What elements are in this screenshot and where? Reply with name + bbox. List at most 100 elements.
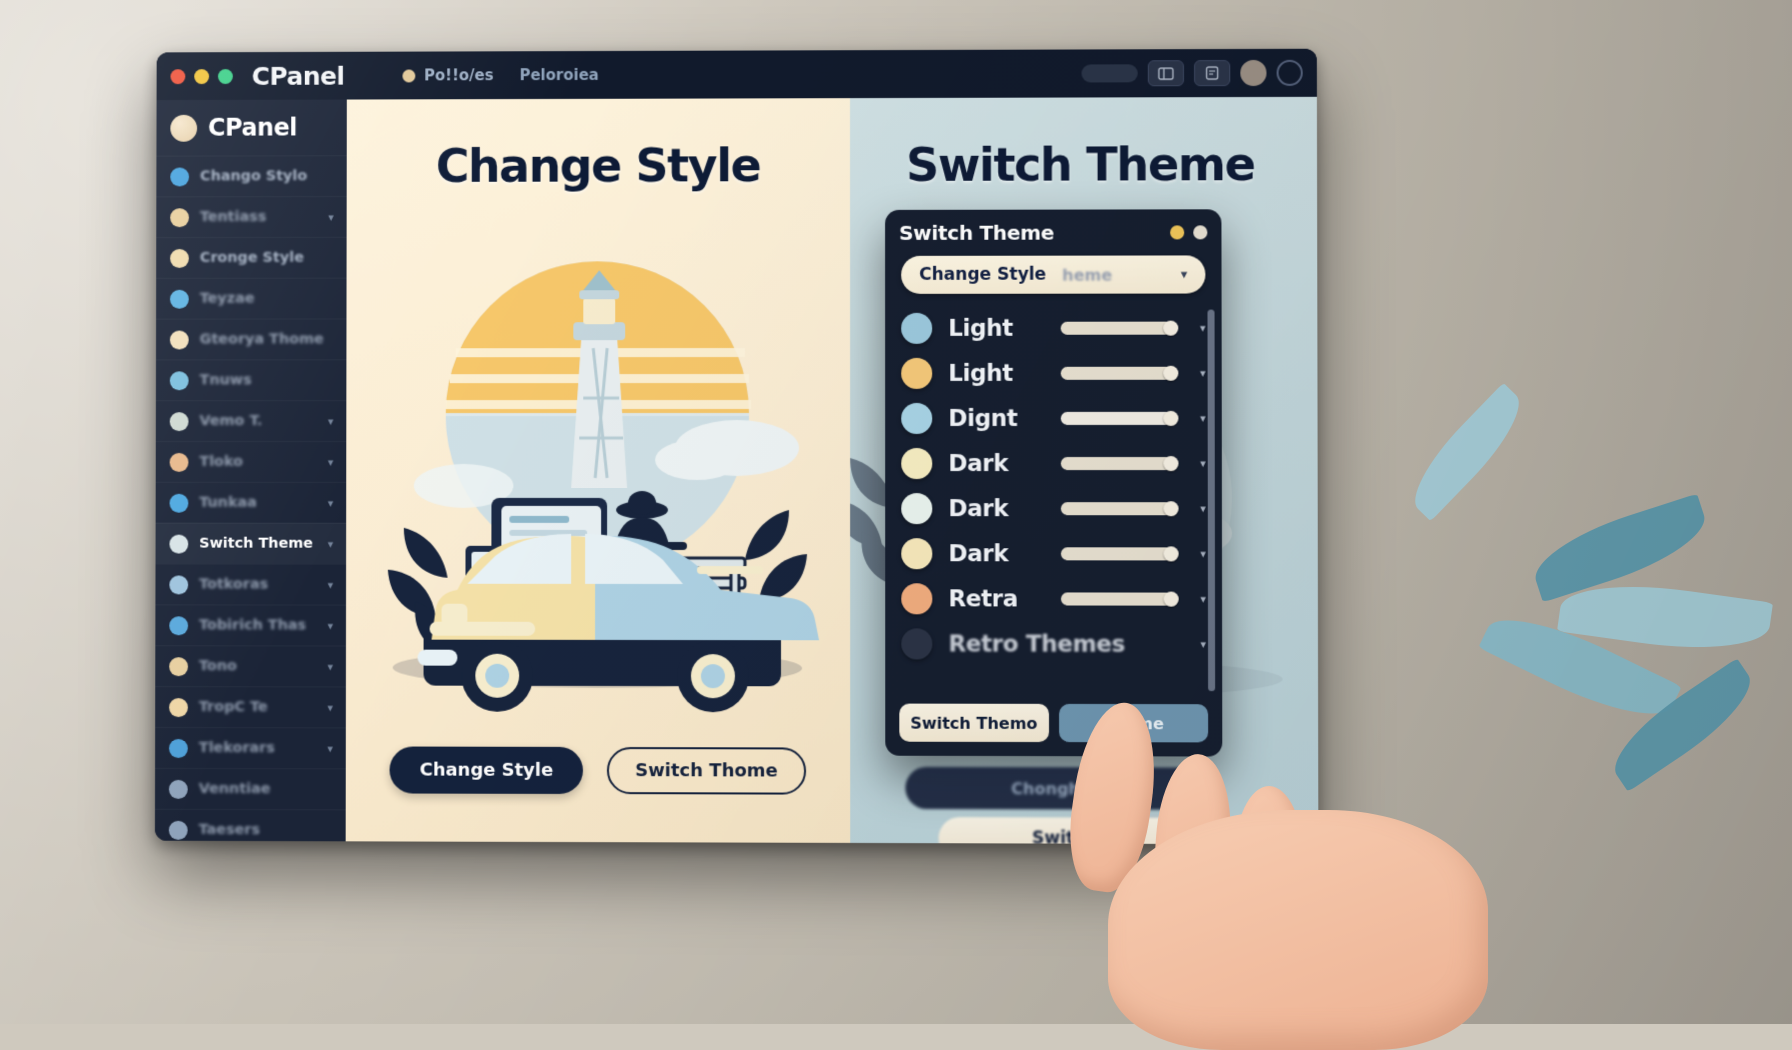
theme-row-3[interactable]: Dark▾ [885, 441, 1222, 486]
sidebar-item-3[interactable]: Teyzae [156, 278, 346, 319]
sidebar[interactable]: CPanel Chango Stylo Tentiass▾Cronge Style… [155, 100, 347, 842]
theme-slider[interactable] [1061, 592, 1178, 605]
sidebar-item-2[interactable]: Cronge Style [156, 237, 346, 278]
chevron-down-icon: ▾ [1181, 267, 1188, 282]
theme-name: Retro Themes [948, 631, 1125, 657]
sidebar-item-15[interactable]: Venntiae [155, 768, 346, 809]
sidebar-item-label: Chango Stylo [200, 168, 307, 184]
theme-slider[interactable] [1061, 412, 1178, 425]
style-select[interactable]: Change Style heme ▾ [901, 255, 1205, 293]
plant-leaf [1478, 599, 1681, 735]
sidebar-brand-label: CPanel [208, 114, 297, 142]
dialog-dot-light[interactable] [1193, 225, 1207, 239]
minimize-button[interactable] [194, 69, 209, 84]
chevron-right-icon: ▾ [327, 742, 333, 755]
theme-row-5[interactable]: Dark▾ [885, 531, 1222, 576]
sidebar-item-4[interactable]: Gteorya Thome [156, 318, 346, 359]
sidebar-item-5[interactable]: Tnuws [156, 359, 347, 400]
switch-theme-dialog[interactable]: Switch Theme Change Style heme ▾ Light▾L… [885, 209, 1222, 756]
sidebar-item-13[interactable]: TropC Te ▾ [155, 686, 346, 727]
sidebar-item-0[interactable]: Chango Stylo [156, 155, 346, 196]
sidebar-item-11[interactable]: Tobirich Thas▾ [155, 604, 346, 645]
sidebar-item-12[interactable]: Tono▾ [155, 645, 346, 686]
theme-name: Retra [948, 586, 1044, 612]
window-toolbar [1081, 49, 1302, 98]
theme-name: Light [948, 360, 1044, 386]
menu-item-1[interactable]: Peloroiea [519, 66, 598, 84]
theme-row-2[interactable]: Dignt▾ [885, 396, 1222, 441]
chevron-right-icon: ▾ [327, 701, 333, 714]
sidebar-item-10[interactable]: Totkoras▾ [155, 563, 346, 604]
sidebar-brand: CPanel [156, 100, 346, 156]
chevron-down-icon[interactable]: ▾ [1200, 367, 1206, 380]
chevron-down-icon[interactable]: ▾ [1200, 547, 1206, 560]
chevron-down-icon[interactable]: ▾ [1200, 412, 1206, 425]
menu-item-0[interactable]: Po!!o/es [402, 66, 493, 84]
slider-thumb[interactable] [1164, 546, 1179, 561]
theme-swatch-icon [901, 358, 932, 389]
panel-icon[interactable] [1148, 60, 1184, 86]
slider-thumb[interactable] [1164, 321, 1179, 336]
chevron-right-icon: ▾ [328, 578, 334, 591]
theme-slider[interactable] [1061, 547, 1178, 560]
sidebar-item-label: TropC Te [199, 699, 268, 715]
sidebar-item-14[interactable]: Tlekorars▾ [155, 727, 346, 768]
theme-row-7[interactable]: Retro Themes ▾ [885, 621, 1222, 667]
theme-slider[interactable] [1061, 502, 1178, 515]
theme-row-4[interactable]: Dark▾ [885, 486, 1222, 531]
chevron-down-icon[interactable]: ▾ [1200, 593, 1206, 606]
camera-icon[interactable] [1240, 60, 1266, 86]
profile-circle-icon[interactable] [1277, 60, 1303, 86]
chevron-right-icon: ▾ [328, 619, 334, 632]
theme-row-6[interactable]: Retra ▾ [885, 576, 1222, 622]
chevron-down-icon[interactable]: ▾ [1200, 322, 1206, 335]
theme-list[interactable]: Light▾Light▾Dignt▾Dark▾Dark▾Dark▾Retra▾R… [885, 306, 1222, 702]
sidebar-item-icon [170, 167, 189, 186]
theme-list-scrollbar[interactable] [1207, 310, 1215, 692]
change-style-button[interactable]: Change Style [390, 746, 584, 794]
slider-thumb[interactable] [1164, 501, 1179, 516]
window-menu: Po!!o/es Peloroiea [402, 66, 599, 85]
sidebar-item-label: Gteorya Thome [200, 331, 324, 347]
theme-slider[interactable] [1061, 322, 1178, 335]
slider-thumb[interactable] [1164, 456, 1179, 471]
sidebar-item-7[interactable]: Tloko▾ [156, 441, 347, 482]
theme-swatch-icon [901, 403, 932, 434]
slider-thumb[interactable] [1164, 411, 1179, 426]
sidebar-item-label: Taesers [199, 822, 260, 838]
hand-pointing [988, 690, 1508, 1030]
theme-row-1[interactable]: Light ▾ [885, 351, 1222, 396]
theme-slider[interactable] [1061, 367, 1178, 380]
menu-item-1-label: Peloroiea [519, 66, 598, 84]
chevron-down-icon[interactable]: ▾ [1200, 638, 1206, 651]
dialog-dot-yellow[interactable] [1170, 225, 1184, 239]
sidebar-item-9[interactable]: Switch Theme▾ [156, 523, 347, 564]
sidebar-item-6[interactable]: Vemo T.▾ [156, 400, 347, 441]
note-icon[interactable] [1194, 60, 1230, 86]
slider-thumb[interactable] [1164, 592, 1179, 607]
chevron-down-icon[interactable]: ▾ [1200, 457, 1206, 470]
close-button[interactable] [170, 69, 185, 84]
theme-swatch-icon [901, 448, 932, 479]
sidebar-item-icon [169, 657, 188, 676]
sidebar-item-16[interactable]: Taesers [155, 809, 346, 842]
slider-thumb[interactable] [1164, 366, 1179, 381]
menu-item-0-label: Po!!o/es [424, 66, 493, 84]
switch-theme-button[interactable]: Switch Thome [607, 747, 806, 795]
theme-slider[interactable] [1061, 457, 1178, 470]
maximize-button[interactable] [218, 69, 233, 84]
sidebar-item-label: Tloko [199, 454, 243, 470]
window-title: CPanel [252, 61, 345, 90]
dot-icon [402, 69, 415, 82]
theme-row-0[interactable]: Light▾ [885, 306, 1222, 351]
sidebar-item-icon [169, 820, 188, 839]
theme-swatch-icon [901, 583, 932, 614]
sidebar-item-8[interactable]: Tunkaa▾ [156, 482, 347, 523]
sidebar-item-label: Venntiae [199, 781, 271, 797]
left-pane-heading: Change Style [347, 138, 850, 193]
window-title-bar: CPanel Po!!o/es Peloroiea [157, 49, 1317, 100]
sidebar-item-icon [170, 371, 189, 390]
chevron-down-icon[interactable]: ▾ [1200, 502, 1206, 515]
sidebar-item-1[interactable]: Tentiass▾ [156, 196, 346, 237]
dialog-window-controls[interactable] [1170, 225, 1207, 239]
